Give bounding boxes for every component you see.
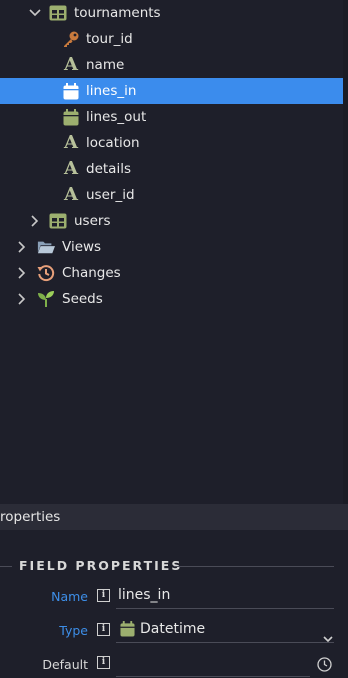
chevron-right-icon[interactable] [28,214,42,228]
field-label: lines_in [86,83,137,99]
properties-header[interactable]: roperties [0,504,348,530]
chevron-right-icon[interactable] [15,266,29,280]
table-name: tournaments [74,5,161,21]
tree-item-users[interactable]: users [0,208,343,234]
tree-item-changes[interactable]: Changes [0,260,343,286]
divider [174,566,334,567]
section-title: FIELD PROPERTIES [19,558,183,573]
field-label: user_id [86,187,135,203]
group-label: Seeds [62,291,103,307]
field-label: tour_id [86,31,133,47]
chevron-right-icon[interactable] [15,240,29,254]
calendar-icon [62,82,80,100]
type-select[interactable]: Datetime [140,621,205,637]
text-type-icon: A [64,132,78,153]
tree-item-views[interactable]: Views [0,234,343,260]
field-label: details [86,161,131,177]
field-label: lines_out [86,109,147,125]
table-icon [49,4,67,22]
chevron-down-icon[interactable] [28,6,42,20]
info-icon[interactable]: i [97,656,110,669]
folder-open-icon [37,238,55,256]
default-label: Default [42,657,88,672]
type-label: Type [59,623,88,638]
group-label: Views [62,239,102,255]
group-label: Changes [62,265,121,281]
name-input-underline [116,608,334,609]
tree-item-field[interactable]: A user_id [0,182,343,208]
tree-item-field[interactable]: lines_out [0,104,343,130]
chevron-right-icon[interactable] [15,292,29,306]
field-label: name [86,57,125,73]
tree-item-field-selected[interactable]: lines_in [0,78,343,104]
text-type-icon: A [64,158,78,179]
divider [0,566,12,567]
history-icon [37,264,55,282]
tree-scrollbar[interactable] [343,0,348,504]
properties-title: roperties [0,509,61,525]
table-name: users [74,213,111,229]
calendar-icon [62,108,80,126]
tree-item-seeds[interactable]: Seeds [0,286,343,312]
type-select-underline [116,642,334,643]
tree-item-tournaments[interactable]: tournaments [0,0,343,26]
default-input-underline [116,676,310,677]
tree-item-field[interactable]: A name [0,52,343,78]
chevron-down-icon[interactable] [323,628,333,647]
key-icon [62,30,80,48]
seedling-icon [37,290,55,308]
text-type-icon: A [64,54,78,75]
tree-item-field[interactable]: A details [0,156,343,182]
calendar-icon [120,621,135,641]
properties-body [0,530,348,678]
info-icon[interactable]: i [97,589,110,602]
info-icon[interactable]: i [97,623,110,636]
schema-tree: tournaments tour_id A name lines_in line… [0,0,348,504]
name-input[interactable]: lines_in [118,587,170,603]
table-icon [49,212,67,230]
tree-item-field[interactable]: A location [0,130,343,156]
clock-icon[interactable] [317,657,332,676]
name-label: Name [51,589,88,604]
tree-item-field[interactable]: tour_id [0,26,343,52]
field-label: location [86,135,140,151]
text-type-icon: A [64,184,78,205]
